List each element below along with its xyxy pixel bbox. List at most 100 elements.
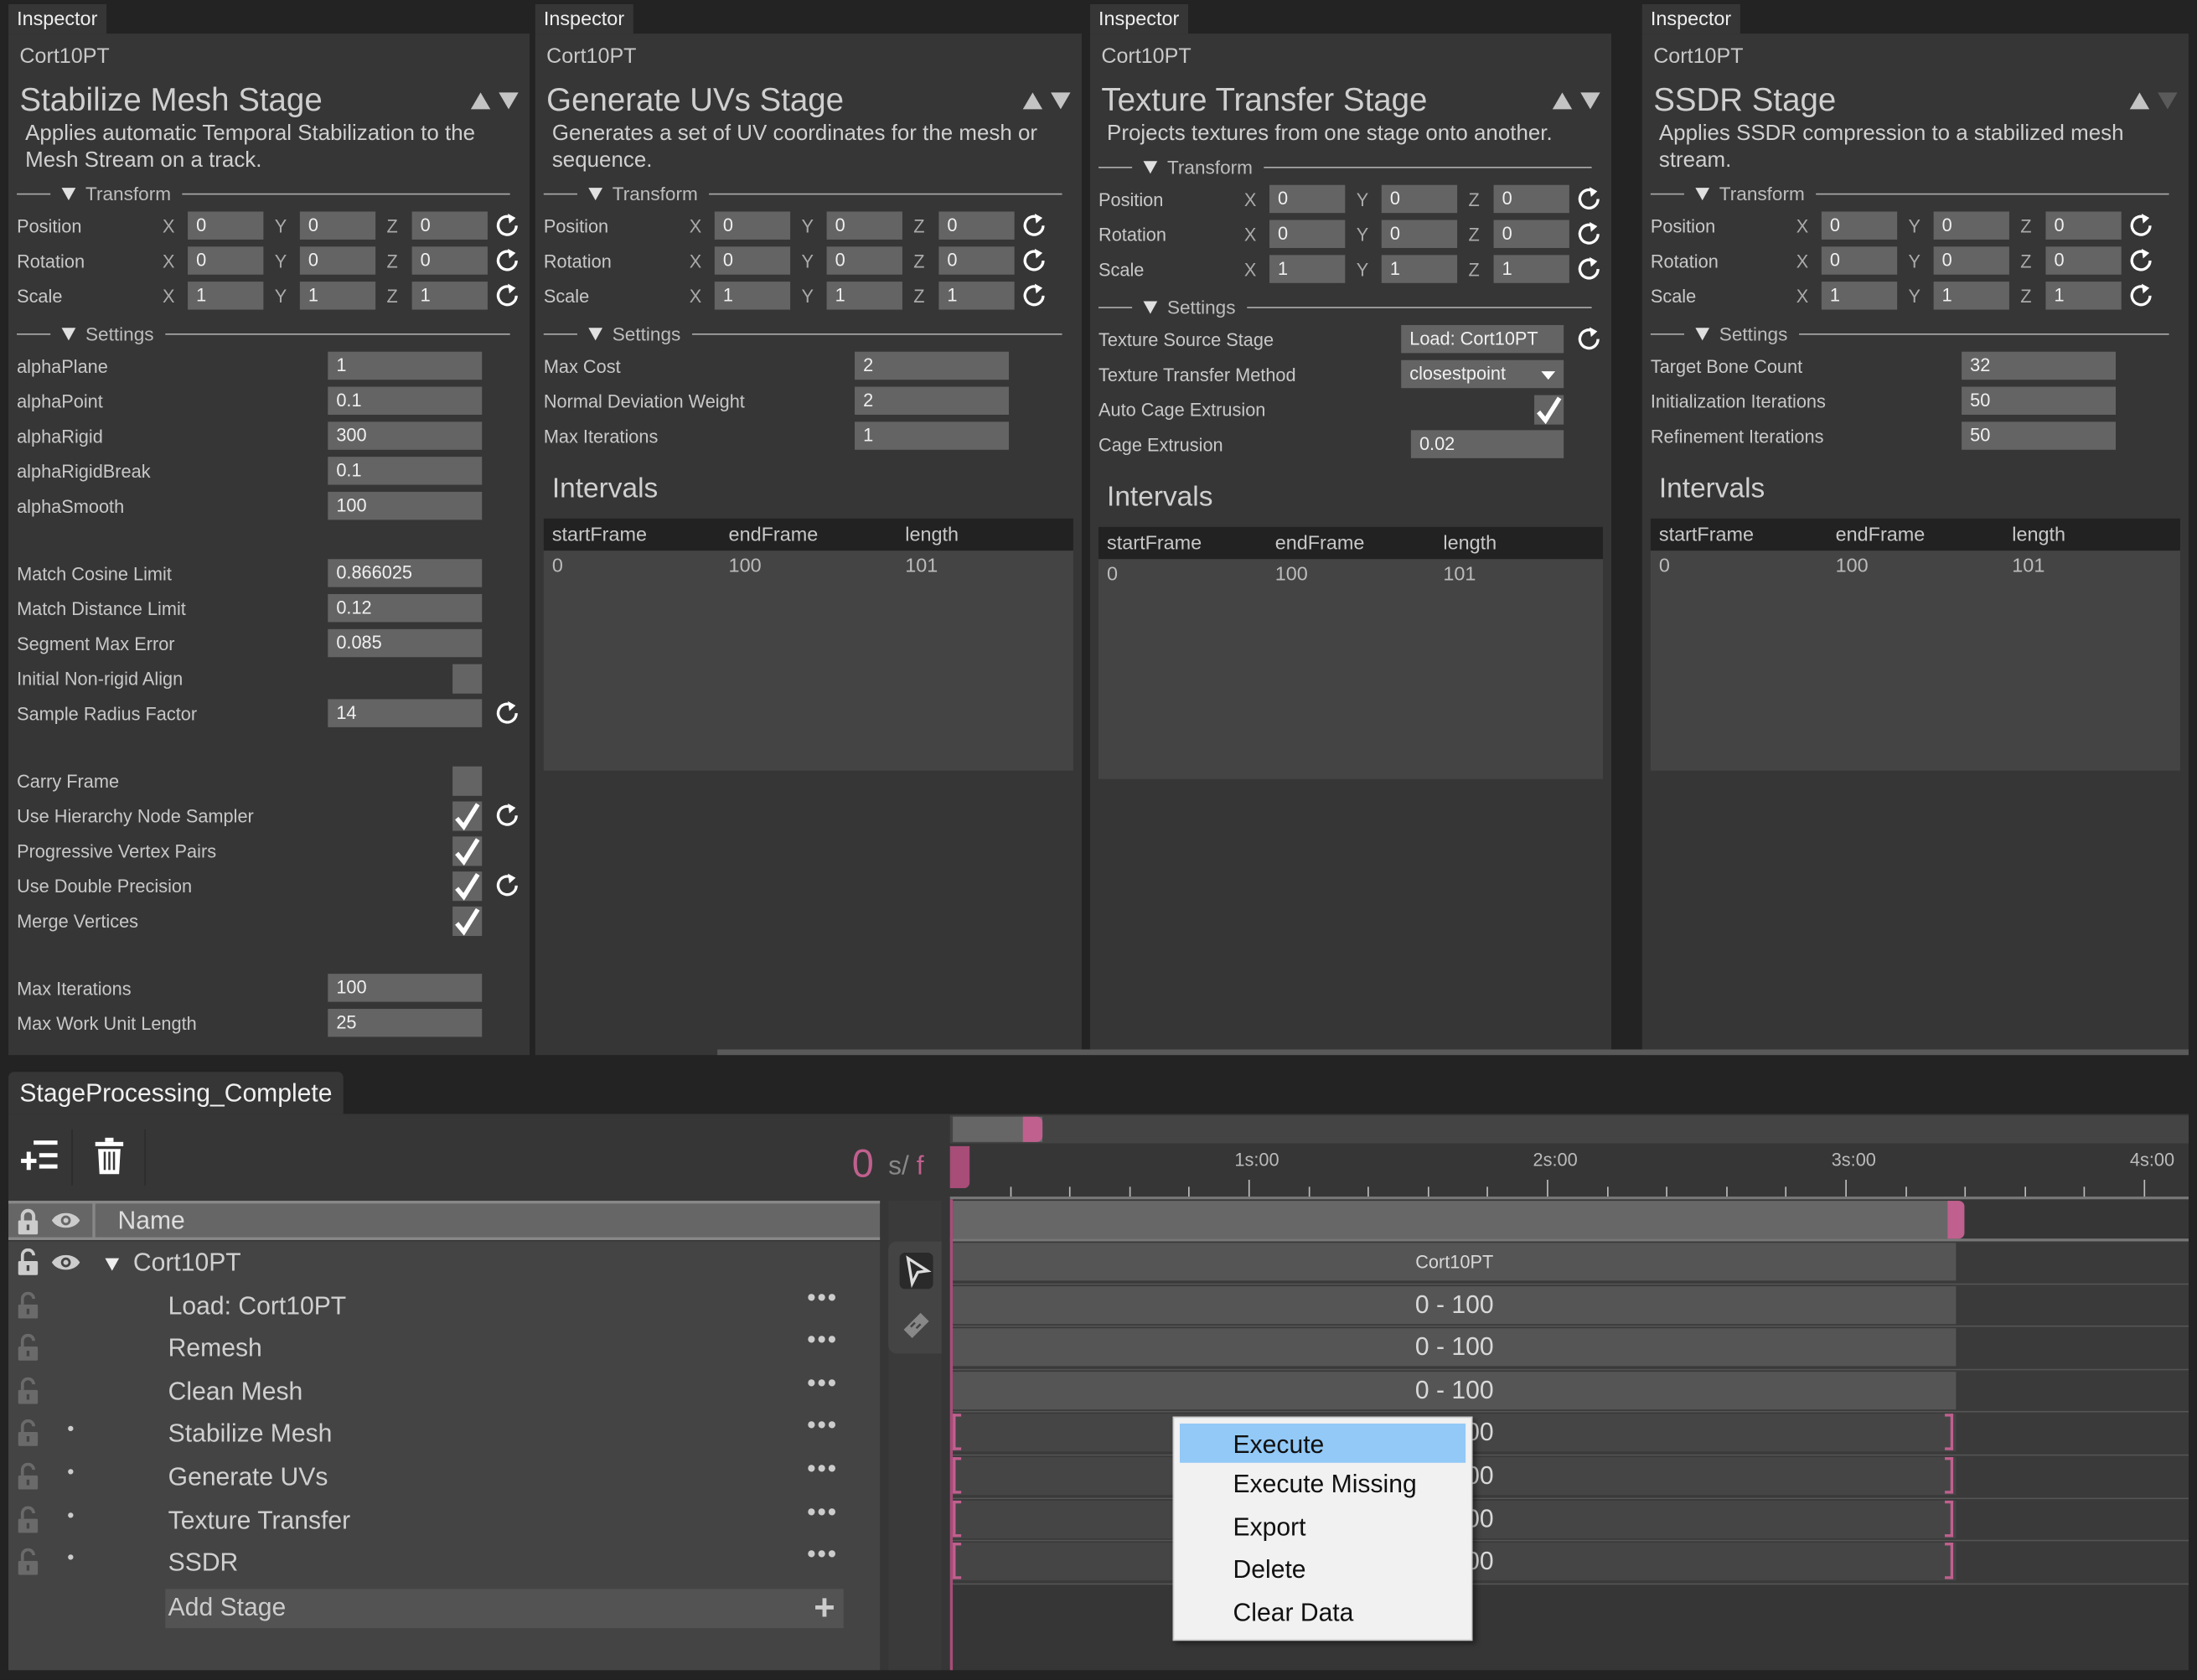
column-header[interactable]: length	[2003, 519, 2180, 551]
reset-icon[interactable]	[494, 283, 520, 308]
select-cursor-icon[interactable]	[899, 1252, 933, 1290]
unlocked-icon[interactable]	[17, 1334, 39, 1362]
collapse-triangle-icon[interactable]	[1143, 160, 1158, 173]
setting-field[interactable]: 14	[328, 699, 483, 727]
clip-start-bracket[interactable]	[953, 1543, 962, 1579]
stage-clip[interactable]: 0 - 100	[953, 1371, 1957, 1409]
range-bar[interactable]	[949, 1199, 2189, 1242]
collapse-triangle-icon[interactable]	[1143, 300, 1158, 313]
transform-x-field[interactable]: 0	[714, 211, 791, 240]
clip-end-bracket[interactable]	[1945, 1500, 1954, 1537]
transform-z-field[interactable]: 0	[938, 246, 1015, 275]
setting-field[interactable]: 32	[1962, 351, 2117, 380]
clip-end-bracket[interactable]	[1945, 1457, 1954, 1494]
setting-field[interactable]: 50	[1962, 421, 2117, 450]
collapse-triangle-icon[interactable]	[588, 327, 603, 340]
razor-blade-icon[interactable]	[900, 1309, 933, 1342]
more-options-icon[interactable]: •••	[807, 1283, 838, 1312]
timeline-scrollbar[interactable]	[949, 1115, 2189, 1144]
transform-x-field[interactable]: 1	[1821, 282, 1898, 310]
transform-y-field[interactable]: 0	[1381, 220, 1458, 248]
transform-y-field[interactable]: 0	[1933, 246, 2009, 275]
unlocked-icon[interactable]	[17, 1548, 39, 1576]
reset-icon[interactable]	[494, 213, 520, 238]
setting-field[interactable]: 0.085	[328, 628, 483, 658]
transform-y-field[interactable]: 0	[299, 246, 376, 275]
setting-field[interactable]: 25	[328, 1008, 483, 1037]
reset-icon[interactable]	[1021, 283, 1047, 308]
group-clip[interactable]: Cort10PT	[953, 1243, 1957, 1281]
setting-field[interactable]: 1	[855, 421, 1009, 450]
transform-z-field[interactable]: 1	[2045, 282, 2122, 310]
settings-section-header[interactable]: Settings	[1098, 292, 1603, 323]
setting-checkbox[interactable]	[452, 906, 483, 937]
more-options-icon[interactable]: •••	[807, 1412, 838, 1441]
setting-field[interactable]: 0.1	[328, 457, 483, 485]
collapse-triangle-icon[interactable]	[1695, 187, 1710, 200]
reset-icon[interactable]	[2128, 213, 2153, 238]
timeline-scroll-thumb-handle[interactable]	[1022, 1116, 1043, 1142]
stage-row[interactable]: Remesh •••	[8, 1326, 880, 1370]
move-down-icon[interactable]	[1580, 92, 1600, 110]
playhead-handle[interactable]	[949, 1145, 970, 1189]
inspector-tab[interactable]: Inspector	[535, 4, 633, 34]
visibility-icon[interactable]	[50, 1253, 81, 1272]
unlocked-icon[interactable]	[17, 1505, 39, 1533]
expand-triangle-icon[interactable]	[105, 1258, 120, 1271]
interval-row[interactable]: 0 100 101	[1651, 551, 2180, 580]
setting-field[interactable]: 1	[328, 351, 483, 380]
stage-clip[interactable]: 0 - 100	[953, 1285, 1957, 1324]
settings-section-header[interactable]: Settings	[543, 318, 1073, 349]
interval-row[interactable]: 0 100 101	[1098, 559, 1603, 588]
clip-start-bracket[interactable]	[953, 1500, 962, 1537]
stage-row[interactable]: Clean Mesh •••	[8, 1368, 880, 1413]
menu-item-execute[interactable]: Execute	[1179, 1423, 1466, 1463]
trash-icon[interactable]	[94, 1136, 125, 1176]
column-header[interactable]: endFrame	[1267, 527, 1435, 559]
transform-y-field[interactable]: 0	[299, 211, 376, 240]
transform-y-field[interactable]: 0	[1933, 211, 2009, 240]
stage-row[interactable]: • Texture Transfer •••	[8, 1497, 880, 1542]
clip-start-bracket[interactable]	[953, 1457, 962, 1494]
clip-end-bracket[interactable]	[1945, 1543, 1954, 1579]
transform-section-header[interactable]: Transform	[1650, 178, 2180, 209]
move-up-icon[interactable]	[1552, 92, 1573, 110]
setting-field[interactable]: 50	[1962, 386, 2117, 415]
reset-icon[interactable]	[494, 248, 520, 273]
setting-field[interactable]: Load: Cort10PT	[1401, 324, 1564, 354]
collapse-triangle-icon[interactable]	[61, 187, 76, 200]
inspector-tab[interactable]: Inspector	[1641, 4, 1740, 34]
move-down-icon[interactable]	[1051, 92, 1071, 110]
reset-icon[interactable]	[1576, 256, 1601, 282]
column-header[interactable]: endFrame	[1827, 519, 2004, 551]
frame-unit-toggle[interactable]: s/ f	[888, 1152, 923, 1183]
more-options-icon[interactable]: •••	[807, 1540, 838, 1569]
column-header[interactable]: endFrame	[721, 519, 897, 551]
stage-row[interactable]: • Generate UVs •••	[8, 1455, 880, 1498]
sequencer-tab[interactable]: StageProcessing_Complete	[8, 1072, 344, 1114]
transform-z-field[interactable]: 0	[411, 211, 488, 240]
transform-x-field[interactable]: 0	[188, 211, 264, 240]
menu-item-clear-data[interactable]: Clear Data	[1174, 1591, 1471, 1634]
inspector-horizontal-scrollbar[interactable]	[717, 1049, 2189, 1056]
more-options-icon[interactable]: •••	[807, 1368, 838, 1398]
inspector-tab[interactable]: Inspector	[8, 4, 106, 34]
settings-section-header[interactable]: Settings	[17, 318, 521, 349]
reset-icon[interactable]	[494, 873, 520, 898]
add-stage-button[interactable]: Add Stage +	[165, 1586, 844, 1629]
setting-checkbox[interactable]	[452, 766, 483, 796]
transform-section-header[interactable]: Transform	[17, 178, 521, 209]
column-header[interactable]: startFrame	[1098, 527, 1267, 559]
transform-z-field[interactable]: 0	[938, 211, 1015, 240]
range-fill[interactable]	[953, 1201, 1959, 1239]
setting-field[interactable]: 300	[328, 421, 483, 450]
transform-section-header[interactable]: Transform	[543, 178, 1073, 209]
transform-x-field[interactable]: 0	[188, 246, 264, 275]
transform-z-field[interactable]: 1	[1493, 255, 1569, 283]
transform-z-field[interactable]: 1	[938, 282, 1015, 310]
transform-y-field[interactable]: 1	[1381, 255, 1458, 283]
time-ruler[interactable]: 1s:00 2s:00 3s:00 4s:00	[949, 1145, 2189, 1200]
setting-field[interactable]: 2	[855, 351, 1009, 380]
transform-x-field[interactable]: 1	[188, 282, 264, 310]
unlocked-icon[interactable]	[17, 1291, 39, 1319]
